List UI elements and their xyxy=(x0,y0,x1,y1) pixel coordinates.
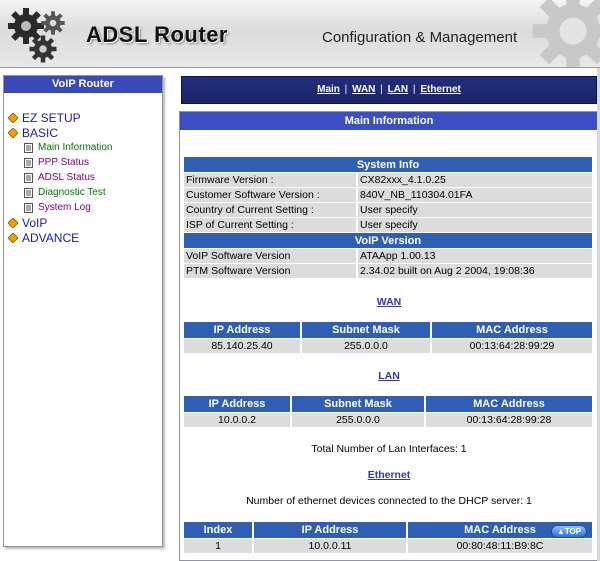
table-row: Country of Current Setting : User specif… xyxy=(184,203,592,218)
sidebar-title: VoIP Router xyxy=(4,76,162,93)
table-row: VoIP Software Version ATAApp 1.00.13 xyxy=(184,249,592,264)
decorative-gear-icon xyxy=(532,0,600,67)
index-cell: 1 xyxy=(184,538,254,553)
ethernet-table: Index IP Address MAC Address 1 10.0.0.11… xyxy=(184,522,592,553)
lan-link[interactable]: LAN xyxy=(180,370,598,382)
mac-address-cell: 00:80:48:11:B9:8C xyxy=(408,538,592,553)
table-row: PTM Software Version 2.34.02 built on Au… xyxy=(184,264,592,279)
gear-icon xyxy=(29,35,57,63)
document-icon xyxy=(24,157,33,168)
ip-address-cell: 85.140.25.40 xyxy=(184,338,302,353)
subnet-mask-cell: 255.0.0.0 xyxy=(292,412,426,427)
ip-address-cell: 10.0.0.11 xyxy=(254,538,408,553)
table-row: Firmware Version : CX82xxx_4.1.0.25 xyxy=(184,173,592,188)
column-header: MAC Address xyxy=(432,322,592,338)
sidebar-item-label: ADSL Status xyxy=(38,172,95,183)
info-value: ATAApp 1.00.13 xyxy=(358,249,592,264)
system-info-header: System Info xyxy=(184,157,592,173)
lan-table: IP Address Subnet Mask MAC Address 10.0.… xyxy=(184,396,592,427)
nav-link-wan[interactable]: WAN xyxy=(352,84,375,95)
diamond-bullet-icon xyxy=(8,232,18,243)
info-label: VoIP Software Version xyxy=(184,249,358,264)
table-row: 10.0.0.2 255.0.0.0 00:13:64:28:99:28 xyxy=(184,412,592,427)
sidebar-item-label: Diagnostic Test xyxy=(38,187,106,198)
info-label: PTM Software Version xyxy=(184,264,358,279)
gear-icon xyxy=(41,11,65,35)
sidebar-menu: EZ SETUP BASIC Main Information PPP Stat… xyxy=(8,110,112,245)
nav-separator: | xyxy=(380,84,383,95)
sidebar-item-label: PPP Status xyxy=(38,157,89,168)
main-panel: Main Information System Info Firmware Ve… xyxy=(179,111,599,561)
sidebar-item-label: VoIP xyxy=(22,215,48,230)
app-title: ADSL Router xyxy=(86,22,228,47)
document-icon xyxy=(24,202,33,213)
nav-link-main[interactable]: Main xyxy=(317,84,340,95)
mac-address-cell: 00:13:64:28:99:28 xyxy=(426,412,592,427)
sidebar-item-label: Main Information xyxy=(38,142,113,153)
sidebar-item-diagnostic-test[interactable]: Diagnostic Test xyxy=(8,185,112,200)
sidebar-item-adsl-status[interactable]: ADSL Status xyxy=(8,170,112,185)
diamond-bullet-icon xyxy=(8,217,18,228)
sidebar: VoIP Router EZ SETUP BASIC Main Informat… xyxy=(3,75,163,547)
table-row: 85.140.25.40 255.0.0.0 00:13:64:28:99:29 xyxy=(184,338,592,353)
column-header: Subnet Mask xyxy=(302,322,432,338)
nav-link-ethernet[interactable]: Ethernet xyxy=(420,84,461,95)
info-label: Firmware Version : xyxy=(184,173,358,188)
column-header: IP Address xyxy=(184,322,302,338)
info-value: CX82xxx_4.1.0.25 xyxy=(358,173,592,188)
nav-link-lan[interactable]: LAN xyxy=(388,84,409,95)
document-icon xyxy=(24,187,33,198)
voip-version-header: VoIP Version xyxy=(184,233,592,249)
wan-link[interactable]: WAN xyxy=(180,296,598,308)
info-label: Customer Software Version : xyxy=(184,188,358,203)
sidebar-item-label: System Log xyxy=(38,202,91,213)
column-header: IP Address xyxy=(184,396,292,412)
subnet-mask-cell: 255.0.0.0 xyxy=(302,338,432,353)
column-header: Subnet Mask xyxy=(292,396,426,412)
nav-separator: | xyxy=(412,84,416,95)
sidebar-item-label: BASIC xyxy=(22,125,59,140)
sidebar-item-advance[interactable]: ADVANCE xyxy=(8,230,112,245)
column-header: Index xyxy=(184,522,254,538)
diamond-bullet-icon xyxy=(8,112,18,123)
app-header: ADSL Router Configuration & Management xyxy=(0,0,600,68)
ip-address-cell: 10.0.0.2 xyxy=(184,412,292,427)
sidebar-item-label: ADVANCE xyxy=(22,230,80,245)
sidebar-item-system-log[interactable]: System Log xyxy=(8,200,112,215)
mac-address-cell: 00:13:64:28:99:29 xyxy=(432,338,592,353)
sidebar-item-main-information[interactable]: Main Information xyxy=(8,140,112,155)
sidebar-item-ppp-status[interactable]: PPP Status xyxy=(8,155,112,170)
table-row: Customer Software Version : 840V_NB_1103… xyxy=(184,188,592,203)
sidebar-item-basic[interactable]: BASIC xyxy=(8,125,112,140)
column-header: MAC Address xyxy=(426,396,592,412)
nav-separator: | xyxy=(344,84,348,95)
app-subtitle: Configuration & Management xyxy=(322,29,518,46)
table-row: 1 10.0.0.11 00:80:48:11:B9:8C xyxy=(184,538,592,553)
info-label: Country of Current Setting : xyxy=(184,203,358,218)
info-value: User specify xyxy=(358,203,592,218)
table-row: ISP of Current Setting : User specify xyxy=(184,218,592,233)
diamond-bullet-icon xyxy=(8,127,18,138)
document-icon xyxy=(24,172,33,183)
dhcp-device-count: Number of ethernet devices connected to … xyxy=(246,495,532,507)
page-title: Main Information xyxy=(180,112,598,130)
info-value: 2.34.02 built on Aug 2 2004, 19:08:36 xyxy=(358,264,592,279)
system-info-table: System Info Firmware Version : CX82xxx_4… xyxy=(184,157,592,279)
sidebar-item-ez-setup[interactable]: EZ SETUP xyxy=(8,110,112,125)
lan-interface-count: Total Number of Lan Interfaces: 1 xyxy=(311,443,467,455)
wan-table: IP Address Subnet Mask MAC Address 85.14… xyxy=(184,322,592,353)
sidebar-item-label: EZ SETUP xyxy=(22,110,81,125)
info-label: ISP of Current Setting : xyxy=(184,218,358,233)
sidebar-item-voip[interactable]: VoIP xyxy=(8,215,112,230)
column-header: IP Address xyxy=(254,522,408,538)
document-icon xyxy=(24,142,33,153)
back-to-top-button[interactable]: ▲TOP xyxy=(551,525,587,538)
ethernet-link[interactable]: Ethernet xyxy=(180,469,598,481)
info-value: User specify xyxy=(358,218,592,233)
top-nav: Main | WAN | LAN | Ethernet xyxy=(181,76,597,104)
info-value: 840V_NB_110304.01FA xyxy=(358,188,592,203)
